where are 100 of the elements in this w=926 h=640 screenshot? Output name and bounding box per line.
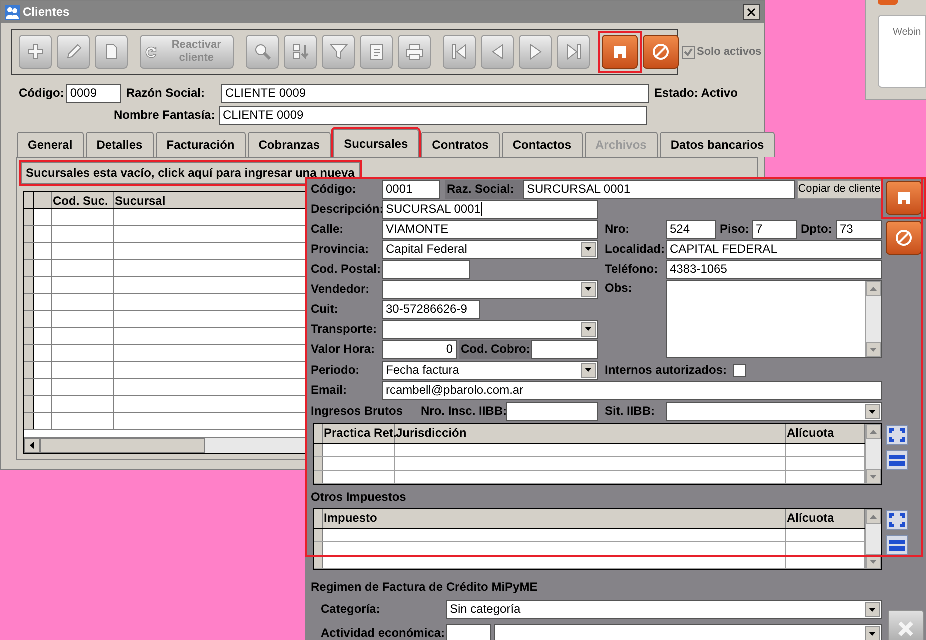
caret-icon [869, 410, 876, 414]
field-label: Obs: [605, 280, 634, 297]
text-area[interactable] [666, 280, 882, 358]
table-row[interactable] [24, 209, 306, 226]
copy-button[interactable]: Copiar de cliente [797, 180, 882, 198]
table-row[interactable] [24, 311, 306, 328]
remove-row-button[interactable] [886, 535, 908, 555]
tab[interactable]: Cobranzas [248, 132, 332, 157]
text-field[interactable]: 0001 [382, 180, 440, 198]
table-row[interactable] [314, 457, 865, 471]
list-item[interactable]: Webin [893, 27, 922, 38]
table-row[interactable] [24, 362, 306, 379]
caret-icon [585, 327, 592, 331]
text-field[interactable]: 4383-1065 [666, 260, 882, 278]
table-row[interactable] [24, 294, 306, 311]
table-row[interactable] [24, 396, 306, 413]
text-field[interactable]: 0009 [66, 84, 122, 103]
field-label: Categoría: [321, 601, 382, 618]
text-field[interactable]: 30-57286626-9 [382, 300, 480, 318]
tab[interactable]: Contratos [421, 132, 500, 157]
text-field[interactable] [382, 260, 470, 278]
text-field[interactable] [531, 340, 598, 358]
field-label: Actividad económica: [321, 625, 446, 640]
up-arrow-icon [870, 286, 877, 290]
scrollbar[interactable] [865, 424, 881, 484]
scrollbar[interactable] [865, 509, 881, 569]
table-row[interactable] [24, 260, 306, 277]
text-field[interactable]: rcambell@pbarolo.com.ar [382, 380, 882, 400]
people-icon [5, 4, 20, 20]
field-label: Cuit: [311, 300, 340, 318]
add-row-button[interactable] [886, 425, 908, 445]
add-row-button[interactable] [886, 510, 908, 530]
text-field[interactable]: VIAMONTE [382, 220, 598, 238]
table-row[interactable] [314, 444, 865, 458]
dropdown-field[interactable] [666, 402, 882, 421]
column-header[interactable]: Sucursal [114, 192, 306, 208]
text-field[interactable]: 73 [836, 220, 882, 238]
caret-icon [869, 632, 876, 636]
tab[interactable]: Datos bancarios [660, 132, 776, 157]
tab[interactable]: Contactos [502, 132, 582, 157]
bars-icon [888, 452, 906, 468]
tab[interactable]: Detalles [86, 132, 154, 157]
down-arrow-icon [870, 474, 877, 478]
table-row[interactable] [314, 470, 865, 484]
text-field[interactable] [506, 402, 598, 421]
table-row[interactable] [24, 226, 306, 243]
dropdown-field[interactable] [382, 280, 598, 298]
dropdown-field[interactable]: Fecha factura [382, 360, 598, 380]
text-field[interactable]: CLIENTE 0009 [219, 106, 647, 125]
table-row[interactable] [24, 413, 306, 430]
table-row[interactable] [314, 556, 865, 569]
text-field[interactable]: SURCURSAL 0001 [523, 180, 795, 198]
remove-row-button[interactable] [886, 450, 908, 470]
dropdown-field[interactable]: Sin categoría [446, 600, 882, 619]
text-field[interactable]: 7 [752, 220, 797, 238]
cancel-button[interactable] [886, 221, 922, 255]
tab[interactable]: Facturación [156, 132, 246, 157]
table-row[interactable] [314, 542, 865, 556]
cancel-button[interactable] [643, 35, 679, 69]
table-row[interactable] [314, 529, 865, 542]
dropdown-field[interactable] [494, 624, 882, 640]
app-icon [878, 0, 898, 5]
sort-icon [290, 42, 310, 62]
column-header[interactable]: Impuesto [323, 509, 786, 528]
tab[interactable]: General [17, 132, 84, 157]
field-label: Código: [19, 85, 64, 102]
table-row[interactable] [24, 345, 306, 362]
text-field[interactable] [446, 624, 491, 640]
cancel-icon [651, 42, 671, 62]
field-label: Cod. Cobro: [459, 340, 531, 358]
scrollbar[interactable] [865, 281, 881, 357]
status-text: Estado: Activo [654, 85, 738, 102]
scrollbar[interactable] [24, 437, 306, 453]
field-label: Raz. Social: [445, 180, 523, 198]
field-label: Sit. IIBB: [605, 403, 656, 420]
table-row[interactable] [24, 277, 306, 294]
tab[interactable]: Sucursales [333, 129, 420, 157]
table-row[interactable] [24, 243, 306, 260]
close-button[interactable] [743, 4, 760, 20]
field-label: Dpto: [801, 220, 834, 238]
down-arrow-icon [870, 348, 877, 352]
caret-icon [585, 368, 592, 372]
dropdown-field[interactable]: Capital Federal [382, 240, 598, 258]
table-row[interactable] [24, 379, 306, 396]
text-field[interactable]: SUCURSAL 0001 [382, 200, 598, 218]
table-row[interactable] [24, 328, 306, 345]
text-field[interactable]: CAPITAL FEDERAL [666, 240, 882, 258]
text-field[interactable]: CLIENTE 0009 [221, 84, 650, 103]
column-header[interactable]: Cod. Suc. [52, 192, 114, 208]
column-header[interactable]: Jurisdicción [395, 424, 786, 443]
dropdown-field[interactable] [382, 320, 598, 338]
empty-notice-button[interactable]: Sucursales esta vacío, click aquí para ingresar una nueva [21, 162, 360, 184]
checkbox[interactable] [733, 364, 746, 376]
up-arrow-icon [870, 514, 877, 518]
text-field[interactable]: 524 [666, 220, 716, 238]
skip-back-icon [450, 42, 470, 62]
column-header[interactable]: Practica Ret. [323, 424, 395, 443]
corner-brackets-icon [888, 512, 906, 528]
text-field[interactable]: 0 [382, 340, 457, 358]
field-label: Nro: [605, 220, 631, 238]
